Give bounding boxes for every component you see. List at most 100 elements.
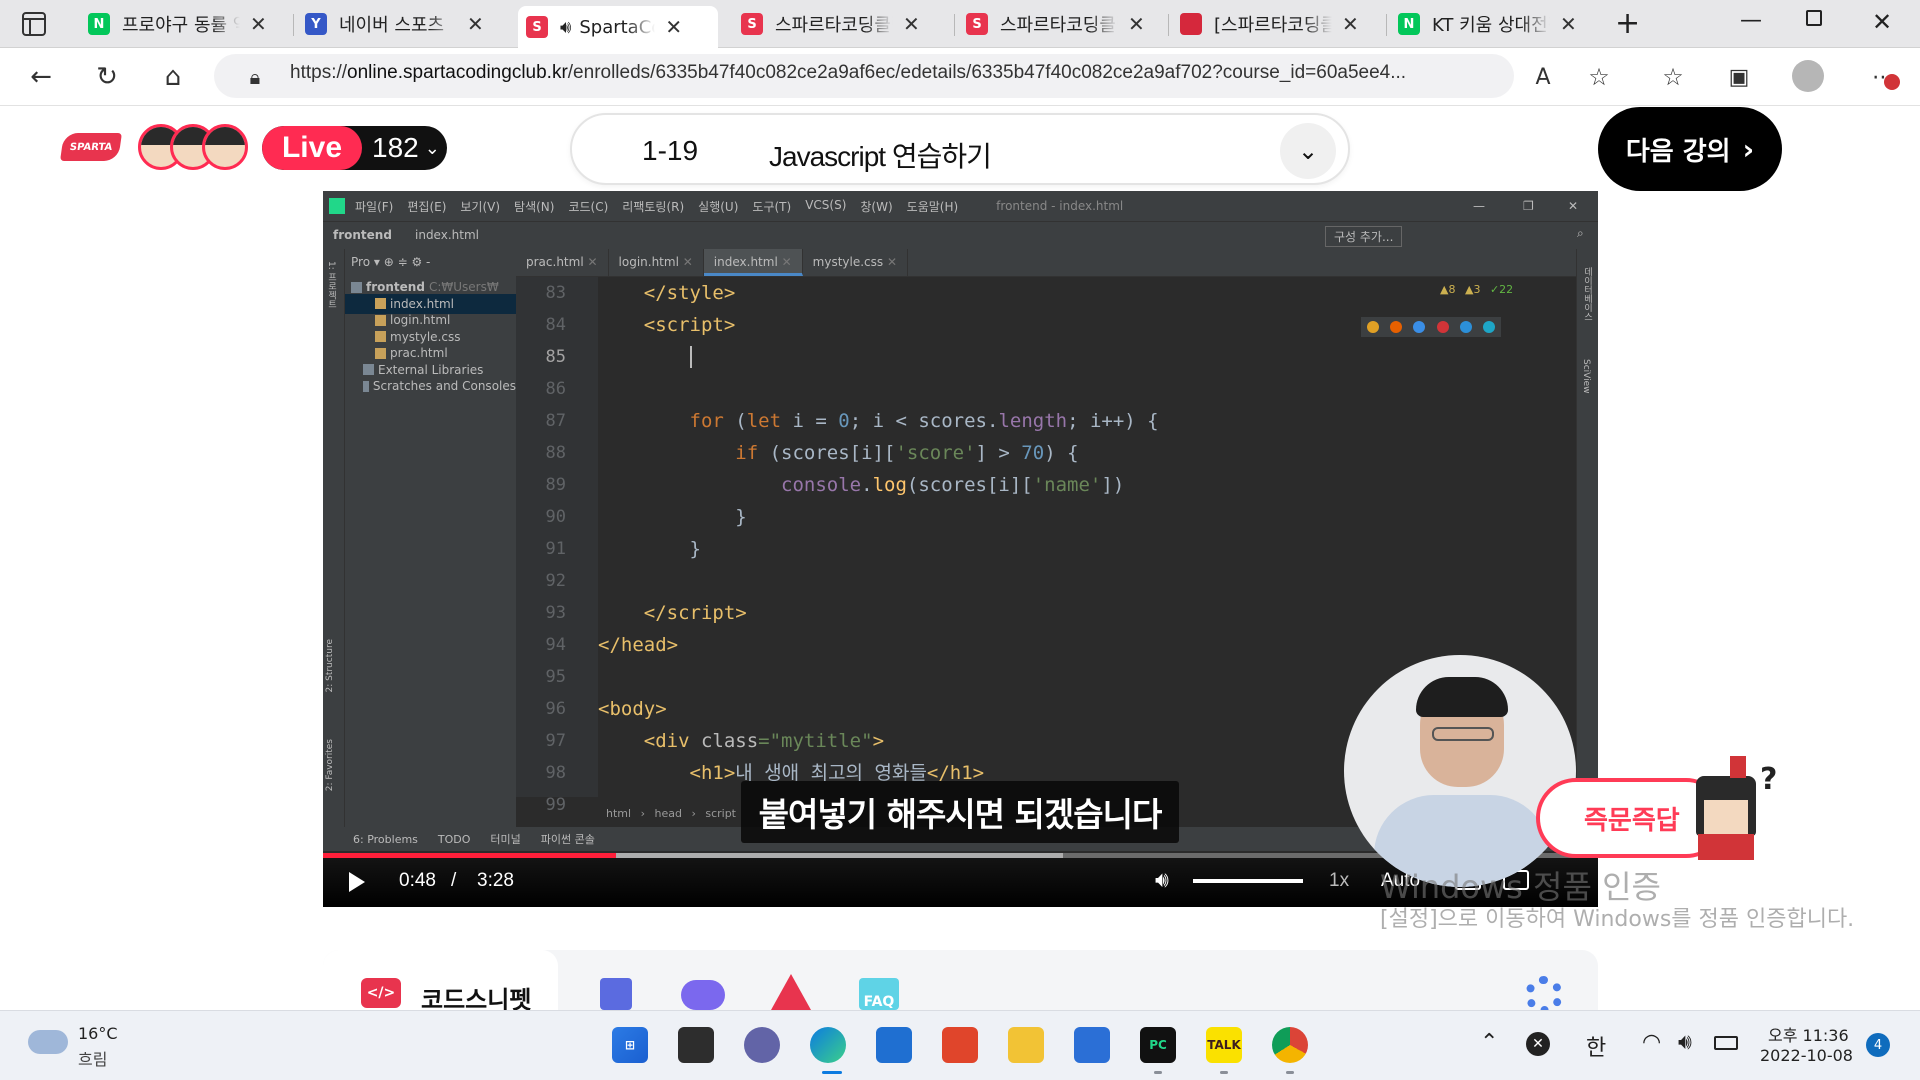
lesson-selector[interactable]: 1-19 Javascript 연습하기 ⌄ [570, 113, 1350, 185]
tab-title: [스파르타코딩클럽] [1214, 11, 1332, 37]
faq-label: FAQ [863, 994, 895, 1010]
code-breadcrumb: html › head › script [606, 807, 736, 820]
warning-icon[interactable] [771, 974, 811, 1010]
browser-tab[interactable]: [스파르타코딩클럽] ✕ [1172, 6, 1372, 42]
volume-icon[interactable]: 🔊︎ [1155, 868, 1169, 893]
kakaotalk-icon[interactable]: TALK [1206, 1027, 1242, 1063]
weather-desc[interactable]: 흐림 [78, 1046, 107, 1070]
tab-title: 프로야구 동률 역대 최초 [122, 11, 240, 37]
ide-breadcrumb: frontend index.html 구성 추가... ⌕ [323, 221, 1598, 249]
weather-icon[interactable] [28, 1030, 68, 1054]
line-number: 90 [545, 507, 566, 527]
close-window-button[interactable]: ✕ [1872, 8, 1892, 36]
tab-close-icon[interactable]: ✕ [665, 15, 682, 39]
code-line: </head> [598, 634, 679, 656]
browser-tab[interactable]: S 스파르타코딩클럽 ✕ [958, 6, 1158, 42]
line-number: 95 [545, 667, 566, 687]
tab-close-icon[interactable]: ✕ [1560, 12, 1577, 36]
chat-icon[interactable] [681, 980, 725, 1010]
live-counter[interactable]: Live 182 ⌄ [262, 126, 447, 170]
typo-icon: ✓ [1489, 283, 1500, 296]
folder-icon [363, 364, 374, 375]
project-panel-header: Pro ▾ ⊕ ≑ ⚙ - [351, 255, 431, 269]
minimize-button[interactable]: — [1740, 8, 1762, 33]
ide-editor-tab-label: index.html [713, 255, 778, 269]
app-tray-icon[interactable]: ✕ [1526, 1032, 1550, 1056]
tab-close-icon[interactable]: ✕ [903, 12, 920, 36]
settings-icon[interactable] [1525, 976, 1563, 1014]
ide-menu-item: 도움말(H) [906, 199, 959, 214]
chevron-up-icon[interactable]: ⌃ [1480, 1030, 1498, 1055]
tab-close-icon[interactable]: ✕ [1128, 12, 1145, 36]
next-lesson-button[interactable]: 다음 강의 › [1598, 107, 1782, 191]
pycharm-taskbar-icon[interactable]: PC [1140, 1027, 1176, 1063]
ide-editor-tab-label: login.html [618, 255, 679, 269]
ide-bottom-tool: 파이썬 콘솔 [540, 833, 595, 846]
project-tree-label: frontend [366, 280, 425, 294]
ide-editor-tab: mystyle.css ✕ [803, 249, 909, 276]
ide-menu-item: 도구(T) [752, 199, 792, 214]
browser-tab[interactable]: S 🔊︎ SpartaCodingClub ✕ [518, 6, 718, 48]
favorites-icon[interactable]: ☆ [1654, 58, 1692, 96]
chevron-down-icon[interactable]: ⌄ [1280, 123, 1336, 179]
sparta-logo[interactable]: SPARTA [60, 133, 122, 161]
code-line: for (let i = 0; i < scores.length; i++) … [689, 410, 1159, 432]
ide-menu-item: 편집(E) [407, 199, 447, 214]
code-line: <script> [643, 314, 736, 336]
chrome-icon[interactable] [1272, 1027, 1308, 1063]
tab-close-icon[interactable]: ✕ [467, 12, 484, 36]
tab-close-icon[interactable]: ✕ [1342, 12, 1359, 36]
store-icon[interactable] [1074, 1027, 1110, 1063]
profile-avatar[interactable] [1792, 60, 1824, 92]
code-snippet-tab[interactable]: </> 코드스니펫 [323, 950, 558, 1014]
clock-date[interactable]: 2022-10-08 [1760, 1046, 1853, 1065]
clock-time[interactable]: 오후 11:36 [1768, 1022, 1849, 1046]
browser-tab[interactable]: S 스파르타코딩클럽 ✕ [733, 6, 933, 42]
browser-tab[interactable]: Y 네이버 스포츠 ✕ [297, 6, 497, 42]
volume-slider-fill [1193, 879, 1303, 883]
home-icon[interactable]: ⌂ [154, 58, 192, 96]
edge-icon[interactable] [810, 1027, 846, 1063]
lesson-number: 1-19 [642, 135, 699, 166]
line-number: 99 [545, 795, 566, 815]
volume-icon[interactable]: 🔊︎ [1678, 1030, 1692, 1055]
ide-tab-close-icon: ✕ [883, 255, 898, 269]
line-number: 84 [545, 315, 566, 335]
add-favorite-icon[interactable]: ☆ [1580, 58, 1618, 96]
volume-slider[interactable] [1193, 879, 1303, 883]
collections-icon[interactable]: ▣ [1720, 58, 1758, 96]
url-text[interactable]: https://online.spartacodingclub.kr/enrol… [290, 62, 1406, 84]
task-view-icon[interactable] [678, 1027, 714, 1063]
teams-chat-icon[interactable] [744, 1027, 780, 1063]
battery-icon[interactable] [1714, 1036, 1738, 1050]
tab-actions-icon[interactable] [22, 12, 46, 36]
url-host: online.spartacodingclub.kr [347, 62, 568, 83]
audio-playing-icon[interactable]: 🔊︎ [560, 17, 571, 38]
tab-close-icon[interactable]: ✕ [250, 12, 267, 36]
ide-window-title: frontend - index.html [996, 199, 1124, 213]
refresh-icon[interactable]: ↻ [88, 58, 126, 96]
back-icon[interactable]: ← [22, 58, 60, 96]
read-aloud-icon[interactable]: A [1524, 58, 1562, 96]
code-line: } [598, 538, 701, 560]
file-explorer-icon[interactable] [1008, 1027, 1044, 1063]
start-icon[interactable]: ⊞ [612, 1027, 648, 1063]
ide-menu-item: 실행(U) [698, 199, 739, 214]
typos-count: 22 [1499, 283, 1514, 296]
maximize-button[interactable] [1806, 10, 1822, 26]
checklist-icon[interactable] [600, 978, 632, 1010]
line-number: 86 [545, 379, 566, 399]
weather-temp[interactable]: 16°C [78, 1024, 118, 1043]
play-icon[interactable] [349, 872, 365, 892]
notification-badge[interactable]: 4 [1866, 1033, 1890, 1057]
ime-indicator[interactable]: 한 [1586, 1030, 1606, 1062]
new-tab-button[interactable]: + [1615, 6, 1640, 41]
lock-icon[interactable]: 🔒︎ [236, 58, 274, 96]
wifi-icon[interactable]: ◠ [1642, 1030, 1661, 1055]
browser-tab[interactable]: N 프로야구 동률 역대 최초 ✕ [80, 6, 280, 42]
speed-button[interactable]: 1x [1329, 870, 1349, 892]
office-icon[interactable] [942, 1027, 978, 1063]
browser-tab[interactable]: N KT 키움 상대전적 ✕ [1390, 6, 1590, 42]
faq-icon[interactable]: FAQ [859, 978, 899, 1010]
mail-icon[interactable] [876, 1027, 912, 1063]
